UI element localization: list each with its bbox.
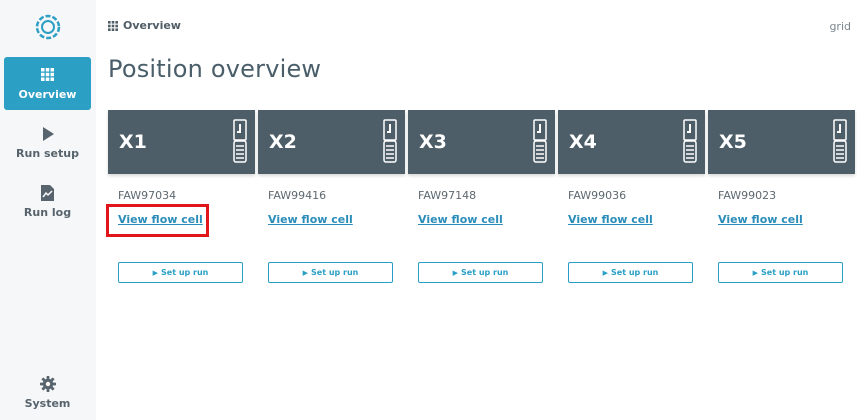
sidebar-item-label: System [24, 396, 71, 410]
document-icon [40, 184, 56, 201]
page-title: Position overview [108, 55, 322, 83]
grid-icon [108, 20, 118, 31]
play-icon: ▶ [452, 268, 459, 277]
position-name: X2 [269, 131, 297, 153]
flow-cell-id: FAW97034 [118, 189, 177, 202]
sidebar-item-label: Run setup [16, 146, 79, 160]
view-flow-cell-link[interactable]: View flow cell [718, 213, 803, 226]
flow-cell-icon [683, 119, 697, 163]
view-flow-cell-link[interactable]: View flow cell [268, 213, 353, 226]
set-up-run-label: Set up run [461, 268, 509, 277]
flow-cell-id: FAW99023 [718, 189, 777, 202]
position-header[interactable]: X2 [258, 110, 405, 174]
flow-cell-id: FAW99036 [568, 189, 627, 202]
breadcrumb-label: Overview [123, 19, 181, 32]
position-header[interactable]: X5 [708, 110, 855, 174]
set-up-run-label: Set up run [161, 268, 209, 277]
set-up-run-label: Set up run [761, 268, 809, 277]
sidebar-item-label: Overview [18, 87, 77, 101]
set-up-run-label: Set up run [311, 268, 359, 277]
view-mode-label[interactable]: grid [829, 20, 851, 33]
position-card-x5: X5 FAW99023 View flow cell ▶ Set up run [708, 110, 855, 283]
position-card-x4: X4 FAW99036 View flow cell ▶ Set up run [558, 110, 705, 283]
flow-cell-icon [833, 119, 847, 163]
flow-cell-icon [383, 119, 397, 163]
position-header[interactable]: X4 [558, 110, 705, 174]
position-header[interactable]: X3 [408, 110, 555, 174]
position-card-x1: X1 FAW97034 View flow cell ▶ Set up run [108, 110, 255, 283]
play-icon: ▶ [602, 268, 609, 277]
sidebar: Overview Run setup Run log System [0, 0, 96, 420]
set-up-run-button[interactable]: ▶ Set up run [118, 262, 243, 283]
position-name: X3 [419, 131, 447, 153]
play-icon: ▶ [302, 268, 309, 277]
set-up-run-button[interactable]: ▶ Set up run [268, 262, 393, 283]
gear-icon [39, 375, 56, 392]
set-up-run-label: Set up run [611, 268, 659, 277]
breadcrumb: Overview [108, 19, 181, 32]
flow-cell-id: FAW99416 [268, 189, 327, 202]
app-logo-icon [35, 14, 61, 40]
flow-cell-icon [233, 119, 247, 163]
position-header[interactable]: X1 [108, 110, 255, 174]
view-flow-cell-link[interactable]: View flow cell [568, 213, 653, 226]
position-card-x2: X2 FAW99416 View flow cell ▶ Set up run [258, 110, 405, 283]
sidebar-item-run-log[interactable]: Run log [4, 175, 91, 228]
position-name: X4 [569, 131, 597, 153]
sidebar-item-overview[interactable]: Overview [4, 57, 91, 110]
sidebar-item-system[interactable]: System [4, 366, 91, 419]
play-icon: ▶ [752, 268, 759, 277]
set-up-run-button[interactable]: ▶ Set up run [568, 262, 693, 283]
flow-cell-icon [533, 119, 547, 163]
sidebar-item-run-setup[interactable]: Run setup [4, 116, 91, 169]
play-icon [40, 126, 56, 142]
set-up-run-button[interactable]: ▶ Set up run [418, 262, 543, 283]
view-flow-cell-link[interactable]: View flow cell [418, 213, 503, 226]
flow-cell-id: FAW97148 [418, 189, 477, 202]
set-up-run-button[interactable]: ▶ Set up run [718, 262, 843, 283]
position-name: X5 [719, 131, 747, 153]
position-card-x3: X3 FAW97148 View flow cell ▶ Set up run [408, 110, 555, 283]
position-name: X1 [119, 131, 147, 153]
sidebar-item-label: Run log [23, 205, 72, 219]
grid-icon [40, 67, 56, 83]
highlight-annotation-box [106, 204, 209, 237]
play-icon: ▶ [152, 268, 159, 277]
